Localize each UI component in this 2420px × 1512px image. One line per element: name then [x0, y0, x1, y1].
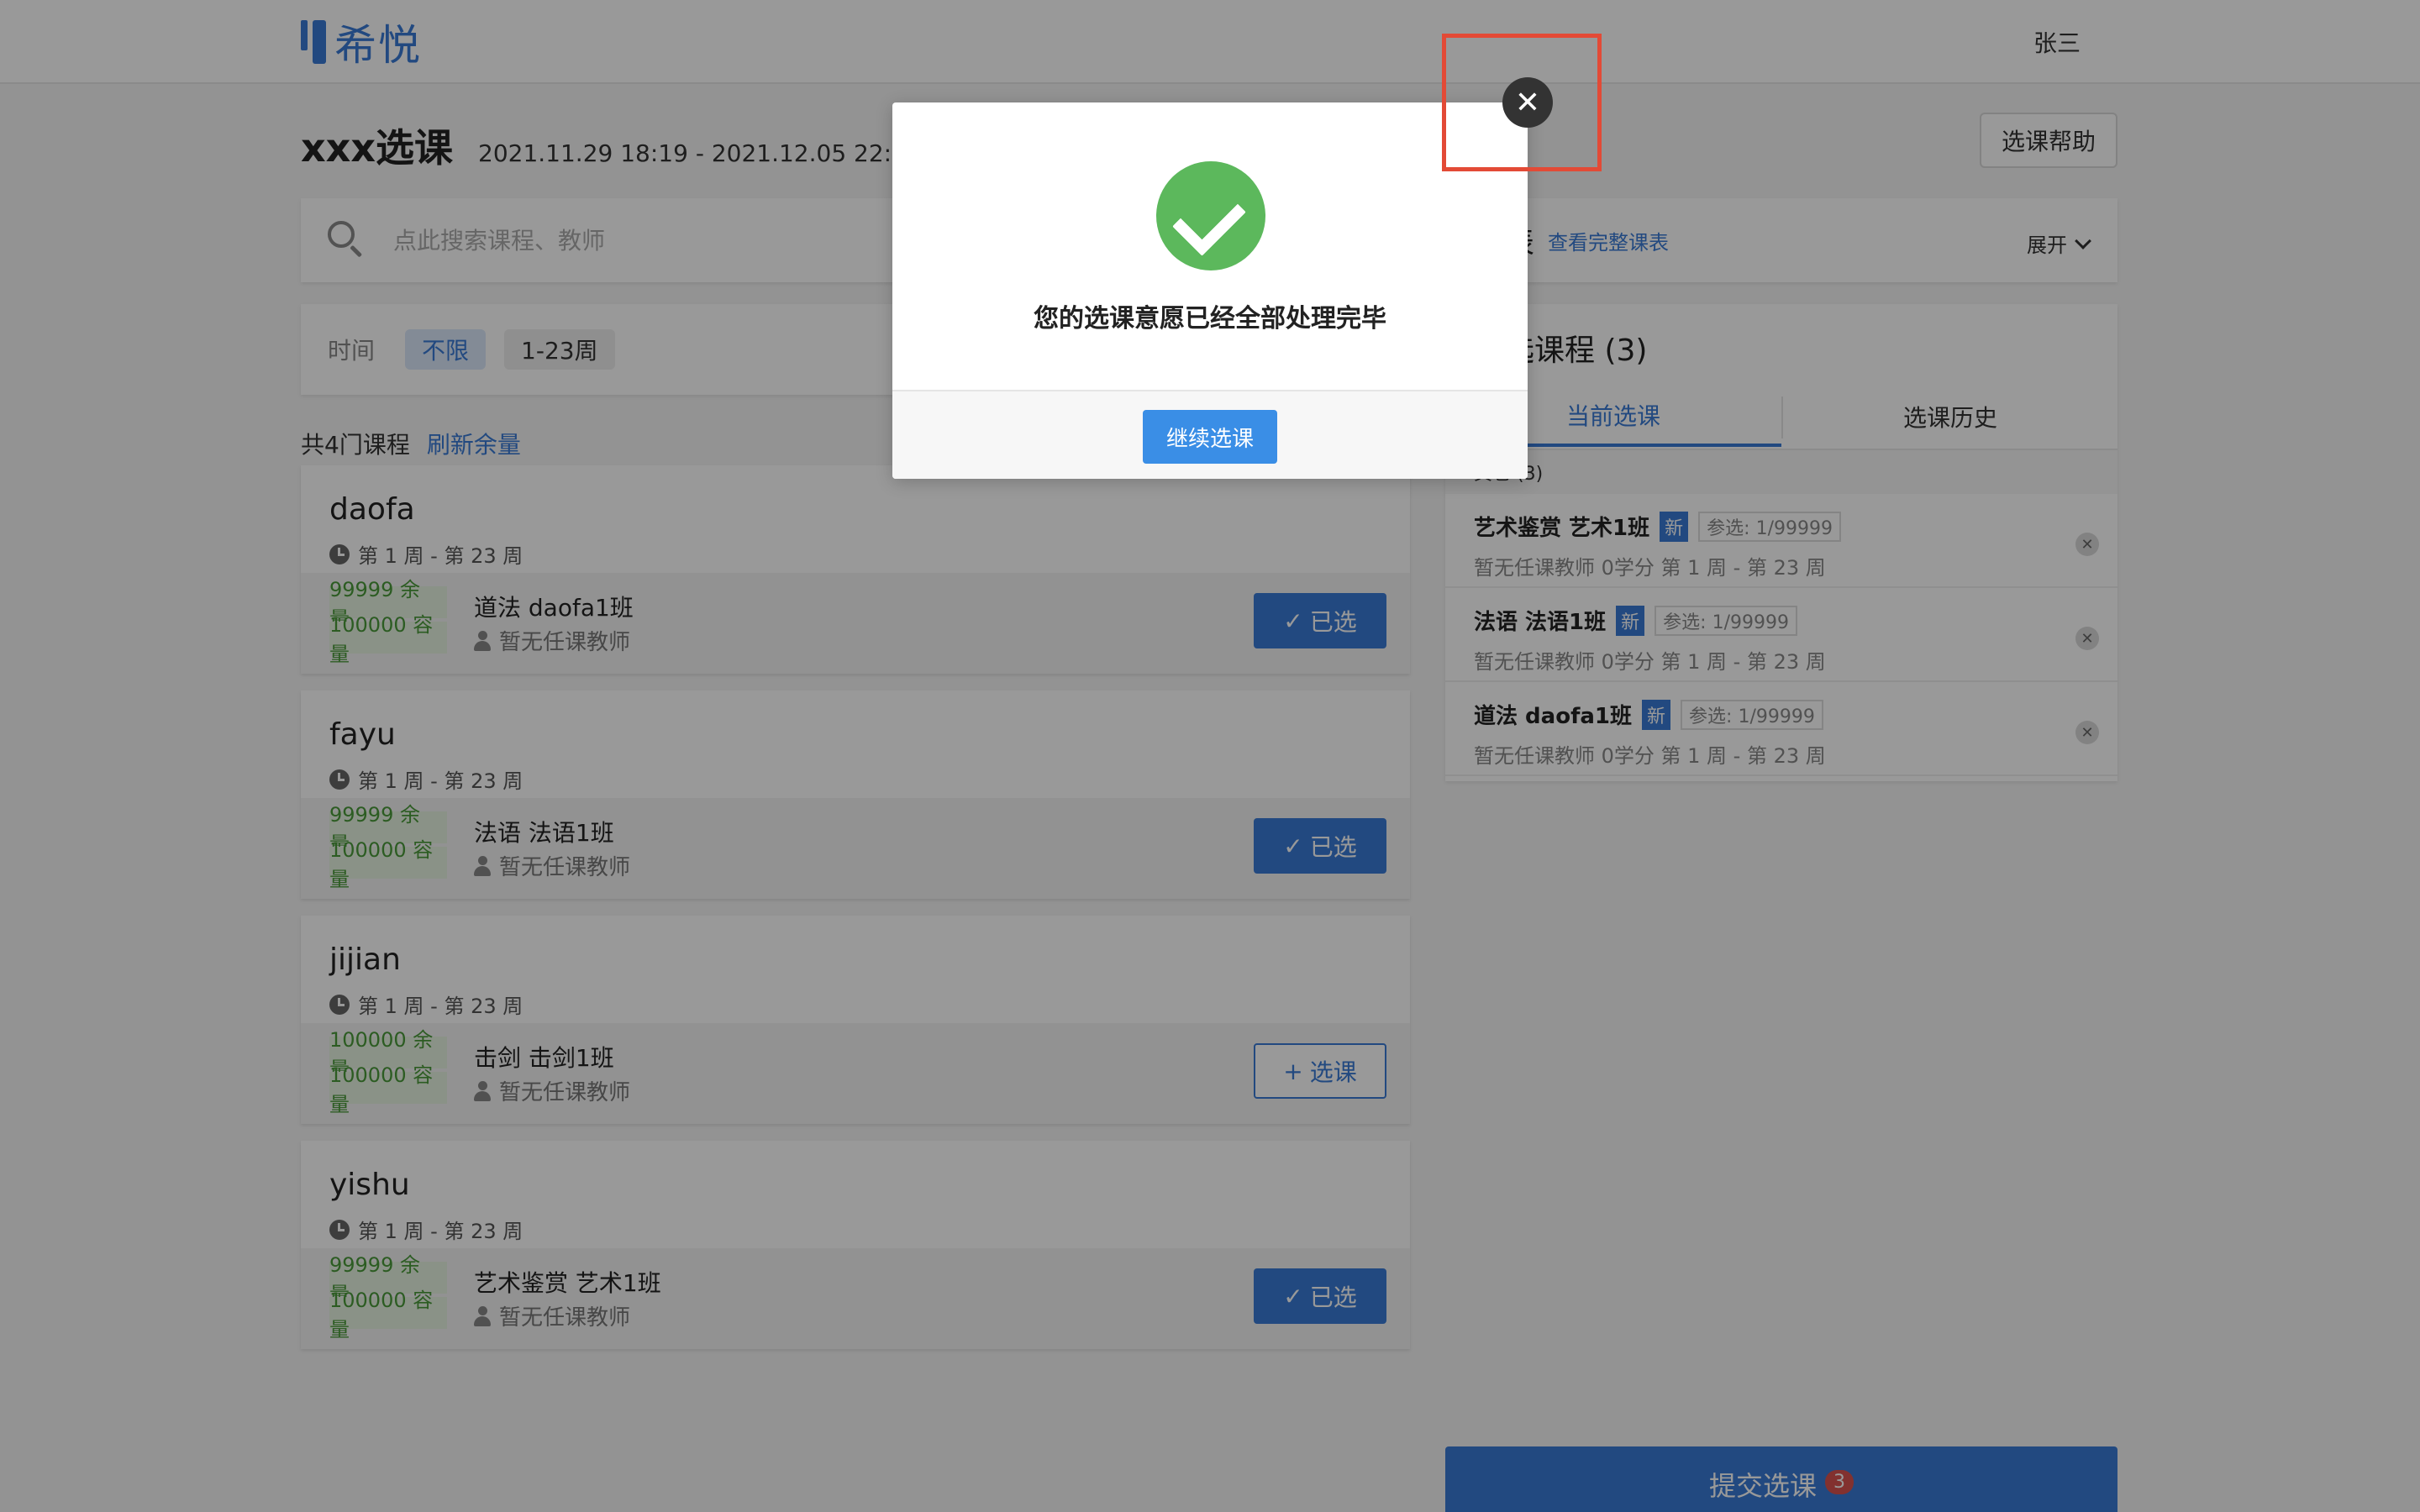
continue-selection-button[interactable]: 继续选课 — [1143, 410, 1277, 464]
highlight-annotation — [1442, 34, 1602, 171]
success-check-icon — [1156, 161, 1265, 270]
result-dialog: 您的选课意愿已经全部处理完毕 继续选课 — [892, 102, 1528, 479]
dialog-footer: 继续选课 — [892, 390, 1528, 479]
dialog-message: 您的选课意愿已经全部处理完毕 — [1034, 304, 1386, 333]
